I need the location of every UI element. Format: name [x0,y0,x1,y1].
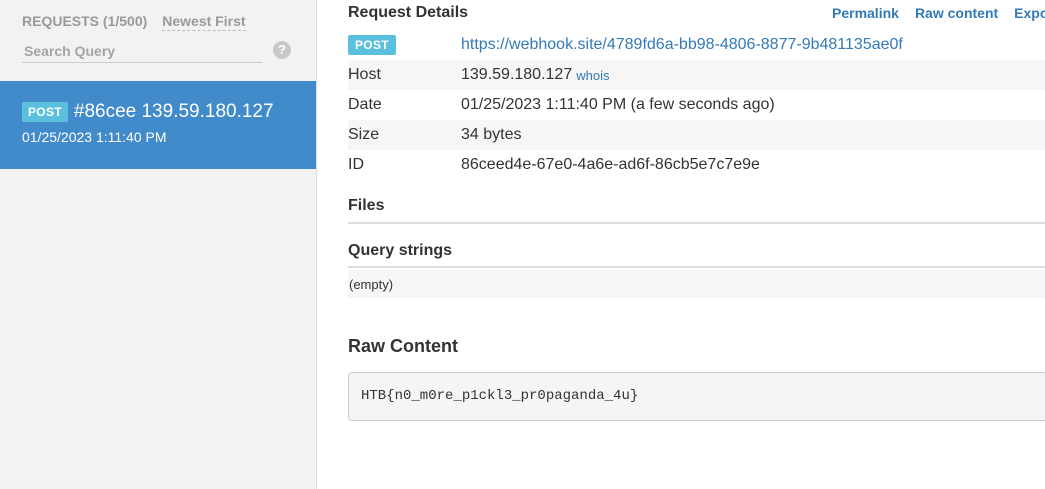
request-list-item[interactable]: POST #86cee 139.59.180.127 01/25/2023 1:… [0,81,316,169]
request-url-link[interactable]: https://webhook.site/4789fd6a-bb98-4806-… [461,36,903,54]
sort-toggle[interactable]: Newest First [162,13,246,31]
raw-content-link[interactable]: Raw content [915,5,998,21]
search-input[interactable] [22,40,262,63]
permalink-link[interactable]: Permalink [832,5,899,21]
detail-row-url: POST https://webhook.site/4789fd6a-bb98-… [348,30,1045,60]
page-title: Request Details [348,4,469,21]
size-label: Size [348,126,380,143]
host-value: 139.59.180.127 [461,66,573,83]
date-label: Date [348,96,382,113]
method-badge: POST [348,35,396,55]
detail-row-host: Host 139.59.180.127 whois [348,60,1045,90]
raw-content-body: HTB{n0_m0re_p1ckl3_pr0paganda_4u} [348,372,1045,421]
request-item-title: #86cee 139.59.180.127 [73,101,274,122]
files-divider [348,222,1045,224]
sidebar: REQUESTS (1/500) Newest First ? POST #86… [0,0,317,489]
id-label: ID [348,156,364,173]
sidebar-header: REQUESTS (1/500) Newest First [22,13,246,31]
size-value: 34 bytes [461,126,522,143]
detail-row-size: Size 34 bytes [348,120,1045,150]
method-badge: POST [22,102,68,122]
request-count: REQUESTS (1/500) [22,13,148,29]
details-header: Request Details Permalink Raw content Expo… [348,4,1045,24]
whois-link[interactable]: whois [576,68,609,83]
details-table: POST https://webhook.site/4789fd6a-bb98-… [348,30,1045,180]
host-label: Host [348,66,381,83]
query-divider [348,266,1045,268]
files-title: Files [348,197,385,214]
id-value: 86ceed4e-67e0-4a6e-ad6f-86cb5e7c7e9e [461,156,760,173]
date-value: 01/25/2023 1:11:40 PM (a few seconds ago… [461,96,775,113]
raw-content-title: Raw Content [348,336,458,356]
request-item-date: 01/25/2023 1:11:40 PM [22,129,167,145]
query-strings-title: Query strings [348,242,453,259]
detail-row-id: ID 86ceed4e-67e0-4a6e-ad6f-86cb5e7c7e9e [348,150,1045,180]
export-link[interactable]: Export as [1014,5,1045,21]
help-icon[interactable]: ? [273,41,291,59]
header-links: Permalink Raw content Export as [832,5,1045,21]
detail-row-date: Date 01/25/2023 1:11:40 PM (a few second… [348,90,1045,120]
request-item-header: POST #86cee 139.59.180.127 [22,101,274,123]
query-strings-empty: (empty) [348,270,1045,298]
